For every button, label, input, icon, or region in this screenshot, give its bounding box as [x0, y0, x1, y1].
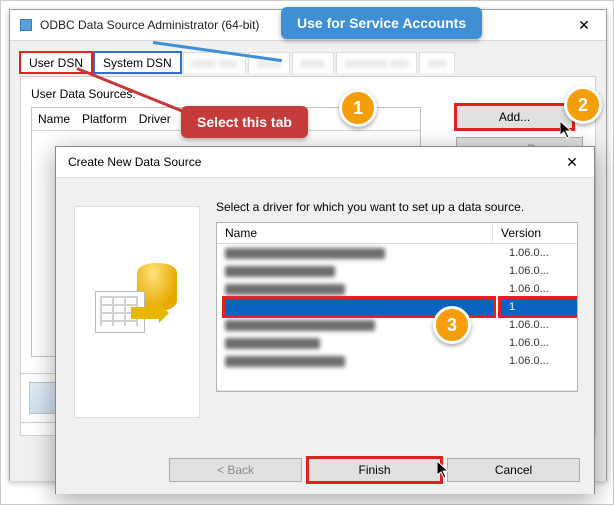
close-icon[interactable]: ✕: [562, 11, 606, 39]
driver-row-selected[interactable]: 1: [217, 298, 577, 316]
driver-version-cell: 1.06.0...: [501, 283, 577, 295]
driver-row[interactable]: 1.06.0...: [217, 262, 577, 280]
driver-name-cell: [225, 248, 385, 259]
driver-rows: 1.06.0... 1.06.0... 1.06.0... 1: [217, 244, 577, 390]
driver-row[interactable]: 1.06.0...: [217, 334, 577, 352]
driver-list-header: Name Version: [217, 223, 577, 244]
driver-list[interactable]: Name Version 1.06.0... 1.06.0... 1.06.0.…: [216, 222, 578, 392]
col-driver[interactable]: Driver: [139, 112, 171, 126]
driver-name-cell: [225, 356, 345, 367]
step-badge-3: 3: [433, 306, 471, 344]
add-button[interactable]: Add...: [456, 105, 573, 129]
finish-button[interactable]: Finish: [308, 458, 441, 482]
arrow-icon: [131, 307, 161, 319]
driver-name-cell: [225, 338, 320, 349]
driver-version-cell: 1.06.0...: [501, 247, 577, 259]
step-badge-2: 2: [564, 86, 602, 124]
tab-strip: User DSN System DSN xxxx xxx xxxx xxxx x…: [20, 51, 596, 72]
dialog-title: Create New Data Source: [68, 155, 550, 169]
col-driver-version[interactable]: Version: [493, 223, 577, 243]
dialog-close-icon[interactable]: ✕: [550, 148, 594, 176]
step-badge-1: 1: [339, 89, 377, 127]
callout-service-accounts: Use for Service Accounts: [281, 7, 482, 39]
driver-name-cell: [225, 320, 375, 331]
dialog-titlebar: Create New Data Source ✕: [56, 147, 594, 178]
driver-version-cell: 1.06.0...: [501, 355, 577, 367]
driver-version-cell: 1.06.0...: [501, 337, 577, 349]
dialog-body: Select a driver for which you want to se…: [56, 178, 594, 494]
tab-hidden-4[interactable]: xxxxxxx xxx: [336, 52, 417, 73]
col-name[interactable]: Name: [38, 112, 70, 126]
create-new-data-source-dialog: Create New Data Source ✕ Select a driver…: [55, 146, 595, 494]
driver-row[interactable]: 1.06.0...: [217, 280, 577, 298]
dialog-prompt: Select a driver for which you want to se…: [216, 200, 578, 214]
uds-label: User Data Sources:: [31, 87, 585, 101]
col-driver-name[interactable]: Name: [217, 223, 493, 243]
app-icon: [18, 17, 34, 33]
dialog-buttons: < Back Finish Cancel: [169, 458, 580, 482]
callout-select-tab: Select this tab: [181, 106, 308, 138]
tab-hidden-5[interactable]: xxx: [419, 52, 455, 73]
driver-version-cell: 1: [501, 299, 577, 315]
driver-row[interactable]: 1.06.0...: [217, 316, 577, 334]
driver-row[interactable]: 1.06.0...: [217, 352, 577, 370]
horizontal-scrollbar[interactable]: < >: [217, 390, 577, 392]
back-button[interactable]: < Back: [169, 458, 302, 482]
driver-version-cell: 1.06.0...: [501, 319, 577, 331]
driver-version-cell: 1.06.0...: [501, 265, 577, 277]
dialog-right: Select a driver for which you want to se…: [216, 200, 578, 392]
cancel-button[interactable]: Cancel: [447, 458, 580, 482]
driver-row[interactable]: 1.06.0...: [217, 244, 577, 262]
driver-name-cell: [225, 284, 345, 295]
tab-hidden-3[interactable]: xxxx: [292, 52, 334, 73]
wizard-graphic: [74, 206, 200, 418]
tab-system-dsn[interactable]: System DSN: [94, 52, 181, 73]
col-platform[interactable]: Platform: [82, 112, 127, 126]
driver-name-cell: [225, 266, 335, 277]
